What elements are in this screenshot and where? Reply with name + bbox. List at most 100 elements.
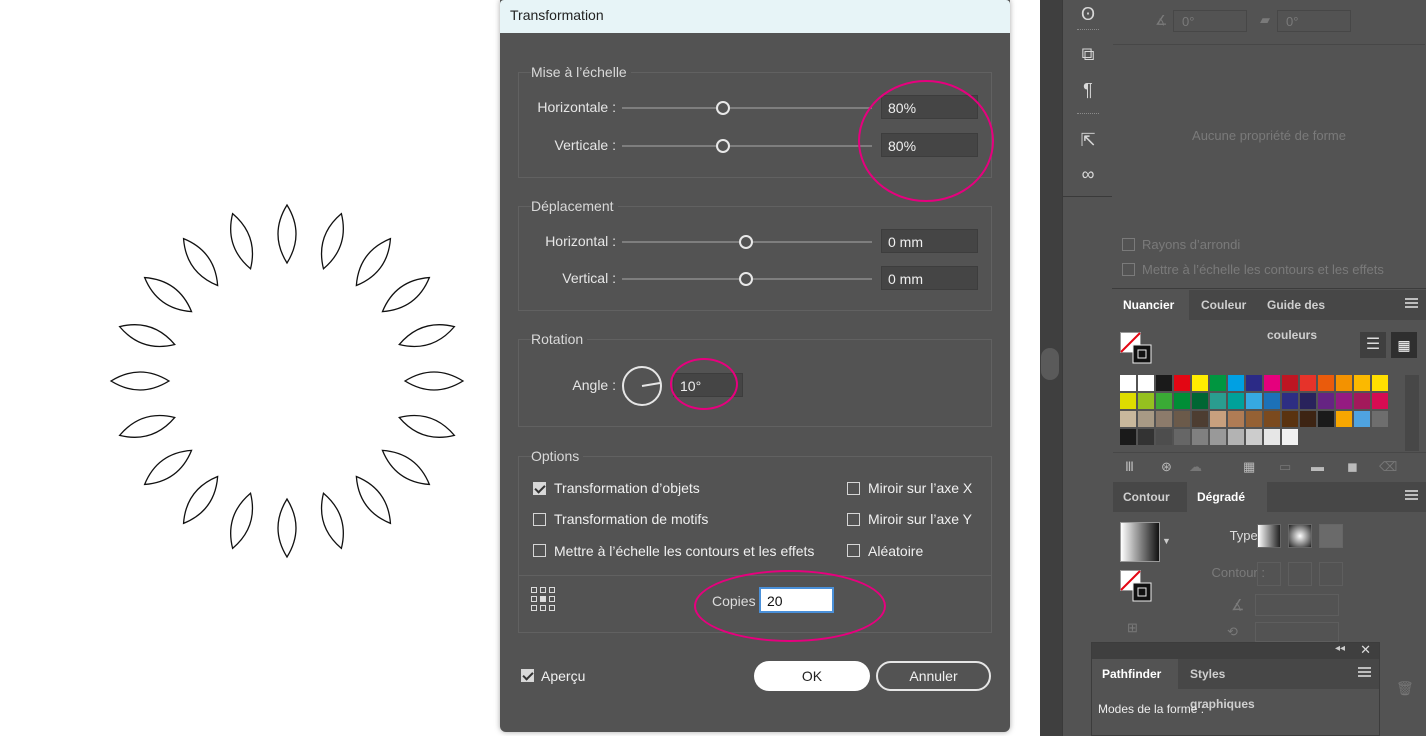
color-swatch[interactable] bbox=[1228, 375, 1244, 391]
color-swatch[interactable] bbox=[1228, 393, 1244, 409]
close-icon[interactable]: ✕ bbox=[1360, 642, 1371, 658]
transform-patterns-checkbox[interactable] bbox=[533, 513, 546, 526]
color-swatch[interactable] bbox=[1264, 393, 1280, 409]
color-swatch[interactable] bbox=[1210, 429, 1226, 445]
tab-styles-graphiques[interactable]: Styles graphiques bbox=[1180, 659, 1296, 711]
radial-gradient-icon[interactable] bbox=[1288, 524, 1312, 548]
petal-shape[interactable] bbox=[139, 443, 197, 492]
color-swatch[interactable] bbox=[1210, 375, 1226, 391]
petal-shape[interactable] bbox=[396, 409, 457, 444]
petal-shape[interactable] bbox=[224, 211, 259, 272]
pathfinder-panel-menu-icon[interactable] bbox=[1358, 667, 1371, 677]
gradient-preview[interactable] bbox=[1120, 522, 1160, 562]
petal-shape[interactable] bbox=[176, 233, 225, 291]
move-vertical-input[interactable]: 0 mm bbox=[881, 266, 978, 290]
color-swatch[interactable] bbox=[1318, 393, 1334, 409]
swatch-kind-icon[interactable]: ⊛ bbox=[1161, 459, 1172, 475]
color-swatch[interactable] bbox=[1246, 429, 1262, 445]
angle-a-field[interactable]: 0° bbox=[1173, 10, 1247, 32]
color-swatch[interactable] bbox=[1192, 411, 1208, 427]
new-swatch-icon[interactable]: ◼ bbox=[1347, 459, 1358, 475]
scale-horizontal-slider[interactable] bbox=[622, 107, 872, 109]
color-swatch[interactable] bbox=[1138, 429, 1154, 445]
swatches-scrollbar[interactable] bbox=[1405, 375, 1419, 451]
paragraph-style-icon[interactable]: ¶ bbox=[1063, 76, 1113, 104]
swatch-options-icon[interactable]: ▦ bbox=[1243, 459, 1255, 475]
gradient-aspect-field[interactable] bbox=[1255, 622, 1339, 642]
petal-ring-artwork[interactable] bbox=[0, 0, 580, 736]
color-swatch[interactable] bbox=[1192, 375, 1208, 391]
petal-shape[interactable] bbox=[377, 443, 435, 492]
color-swatch[interactable] bbox=[1228, 429, 1244, 445]
grid-view-icon[interactable]: ▦ bbox=[1391, 332, 1417, 358]
petal-shape[interactable] bbox=[403, 371, 465, 391]
petal-shape[interactable] bbox=[117, 409, 178, 444]
color-swatch[interactable] bbox=[1120, 393, 1136, 409]
angle-b-field[interactable]: 0° bbox=[1277, 10, 1351, 32]
gradient-angle-field[interactable] bbox=[1255, 594, 1339, 616]
petal-shape[interactable] bbox=[396, 318, 457, 353]
color-swatch[interactable] bbox=[1174, 375, 1190, 391]
color-swatch[interactable] bbox=[1156, 411, 1172, 427]
linear-gradient-icon[interactable] bbox=[1257, 524, 1281, 548]
angle-dial-icon[interactable] bbox=[620, 364, 664, 408]
chevron-down-icon[interactable]: ▼ bbox=[1162, 536, 1171, 546]
petal-shape[interactable] bbox=[349, 471, 398, 529]
color-swatch[interactable] bbox=[1138, 375, 1154, 391]
color-swatch[interactable] bbox=[1354, 411, 1370, 427]
scale-vertical-slider-knob[interactable] bbox=[716, 139, 730, 153]
tab-guide-couleurs[interactable]: Guide des couleurs bbox=[1257, 290, 1387, 342]
move-horizontal-input[interactable]: 0 mm bbox=[881, 229, 978, 253]
color-swatch[interactable] bbox=[1372, 375, 1388, 391]
color-swatch[interactable] bbox=[1120, 411, 1136, 427]
petal-shape[interactable] bbox=[176, 471, 225, 529]
color-swatch[interactable] bbox=[1318, 375, 1334, 391]
color-swatch[interactable] bbox=[1354, 393, 1370, 409]
color-swatch[interactable] bbox=[1282, 429, 1298, 445]
color-swatch[interactable] bbox=[1372, 393, 1388, 409]
color-swatch[interactable] bbox=[1300, 375, 1316, 391]
color-swatch[interactable] bbox=[1156, 393, 1172, 409]
color-group-icon[interactable]: ▭ bbox=[1279, 459, 1291, 475]
color-swatch[interactable] bbox=[1174, 429, 1190, 445]
petal-shape[interactable] bbox=[377, 270, 435, 319]
color-swatch[interactable] bbox=[1336, 411, 1352, 427]
color-swatch[interactable] bbox=[1174, 393, 1190, 409]
color-swatch[interactable] bbox=[1354, 375, 1370, 391]
stroke-gradient-along-icon[interactable] bbox=[1288, 562, 1312, 586]
color-swatch[interactable] bbox=[1336, 375, 1352, 391]
color-swatch[interactable] bbox=[1192, 393, 1208, 409]
stroke-gradient-within-icon[interactable] bbox=[1257, 562, 1281, 586]
swatch-grid[interactable] bbox=[1120, 375, 1402, 451]
swatch-libraries-icon[interactable]: Ⅲ bbox=[1125, 459, 1134, 475]
color-swatch[interactable] bbox=[1372, 411, 1388, 427]
properties-scale-strokes-checkbox[interactable] bbox=[1122, 263, 1135, 276]
color-swatch[interactable] bbox=[1300, 393, 1316, 409]
color-swatch[interactable] bbox=[1138, 393, 1154, 409]
scale-strokes-checkbox[interactable] bbox=[533, 544, 546, 557]
reference-point-icon[interactable] bbox=[531, 587, 555, 611]
color-swatch[interactable] bbox=[1282, 411, 1298, 427]
corner-radius-checkbox[interactable] bbox=[1122, 238, 1135, 251]
color-swatch[interactable] bbox=[1246, 411, 1262, 427]
petal-shape[interactable] bbox=[277, 497, 297, 559]
color-swatch[interactable] bbox=[1246, 375, 1262, 391]
color-swatch[interactable] bbox=[1300, 411, 1316, 427]
color-swatch[interactable] bbox=[1282, 393, 1298, 409]
character-style-icon[interactable]: ⧉ bbox=[1063, 40, 1113, 68]
color-swatch[interactable] bbox=[1120, 429, 1136, 445]
gradient-panel-menu-icon[interactable] bbox=[1405, 490, 1418, 500]
petal-shape[interactable] bbox=[277, 203, 297, 265]
tab-pathfinder[interactable]: Pathfinder bbox=[1092, 659, 1178, 689]
petal-shape[interactable] bbox=[315, 490, 350, 551]
links-icon[interactable]: ∞ bbox=[1063, 160, 1113, 188]
collapse-icon[interactable]: ◂◂ bbox=[1335, 643, 1345, 654]
cancel-button[interactable]: Annuler bbox=[876, 661, 991, 691]
color-swatch[interactable] bbox=[1174, 411, 1190, 427]
color-swatch[interactable] bbox=[1210, 411, 1226, 427]
color-swatch[interactable] bbox=[1156, 429, 1172, 445]
pathfinder-titlebar[interactable]: ◂◂ ✕ bbox=[1092, 642, 1379, 659]
color-swatch[interactable] bbox=[1192, 429, 1208, 445]
export-icon[interactable]: ⇱ bbox=[1063, 126, 1113, 154]
cloud-icon[interactable]: ☁ bbox=[1189, 459, 1202, 475]
